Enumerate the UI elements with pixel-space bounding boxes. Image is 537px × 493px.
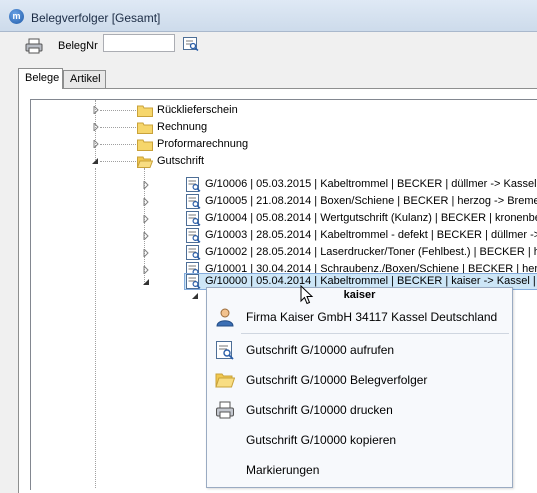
folder-icon — [137, 122, 153, 134]
context-popup: kaiser Firma Kaiser GmbH 34117 Kassel De… — [206, 287, 513, 488]
copy-credit-note-item[interactable]: Gutschrift G/10000 kopieren — [207, 425, 512, 455]
expand-arrow-icon[interactable] — [142, 266, 150, 274]
folder-icon — [137, 139, 153, 151]
contact-item[interactable]: Firma Kaiser GmbH 34117 Kassel Deutschla… — [207, 302, 512, 332]
expand-arrow-icon[interactable] — [92, 140, 100, 148]
beleg-nr-input[interactable] — [103, 34, 175, 52]
app-logo-icon: m — [9, 9, 24, 24]
tree-folder-rechnung[interactable]: Rechnung — [157, 121, 207, 133]
track-credit-note-label: Gutschrift G/10000 Belegverfolger — [246, 373, 428, 387]
document-search-icon — [216, 341, 234, 360]
search-icon[interactable] — [183, 37, 199, 51]
printer-icon — [216, 401, 234, 419]
collapse-arrow-icon[interactable] — [191, 292, 199, 300]
print-credit-note-label: Gutschrift G/10000 drucken — [246, 403, 393, 417]
tree-doc-label[interactable]: G/10004 | 05.08.2014 | Wertgutschrift (K… — [205, 210, 537, 227]
tree-connector — [100, 161, 136, 162]
person-icon — [216, 308, 234, 327]
track-credit-note-item[interactable]: Gutschrift G/10000 Belegverfolger — [207, 365, 512, 395]
contact-label: Firma Kaiser GmbH 34117 Kassel Deutschla… — [246, 310, 498, 324]
printer-icon[interactable] — [25, 38, 43, 54]
credit-note-document-icon — [186, 228, 201, 243]
expand-arrow-icon[interactable] — [142, 181, 150, 189]
credit-note-document-icon — [186, 274, 201, 289]
expand-arrow-icon[interactable] — [142, 215, 150, 223]
expand-arrow-icon[interactable] — [142, 249, 150, 257]
folder-open-icon — [137, 156, 153, 168]
open-credit-note-label: Gutschrift G/10000 aufrufen — [246, 343, 395, 357]
copy-credit-note-label: Gutschrift G/10000 kopieren — [246, 433, 397, 447]
credit-note-document-icon — [186, 245, 201, 260]
collapse-arrow-icon[interactable] — [91, 157, 99, 165]
folder-open-icon — [215, 373, 235, 388]
tab-artikel[interactable]: Artikel — [63, 70, 106, 88]
expand-arrow-icon[interactable] — [142, 232, 150, 240]
tree-connector — [100, 127, 136, 128]
markings-label: Markierungen — [246, 463, 320, 477]
tree-guide-line — [95, 168, 96, 488]
tree-doc-label[interactable]: G/10005 | 21.08.2014 | Boxen/Schiene | B… — [205, 193, 537, 210]
folder-icon — [137, 105, 153, 117]
expand-arrow-icon[interactable] — [142, 198, 150, 206]
credit-note-document-icon — [186, 211, 201, 226]
tab-belege[interactable]: Belege — [18, 68, 63, 89]
tree-folder-proformarechnung[interactable]: Proformarechnung — [157, 138, 248, 150]
credit-note-document-icon — [186, 194, 201, 209]
print-credit-note-item[interactable]: Gutschrift G/10000 drucken — [207, 395, 512, 425]
credit-note-document-icon — [186, 177, 201, 192]
collapse-arrow-icon[interactable] — [142, 278, 150, 286]
expand-arrow-icon[interactable] — [92, 106, 100, 114]
tree-connector — [100, 110, 136, 111]
window-title: Belegverfolger [Gesamt] — [31, 11, 161, 25]
tree-doc-label[interactable]: G/10003 | 28.05.2014 | Kabeltrommel - de… — [205, 227, 537, 244]
tree-folder-ruecklieferschein[interactable]: Rücklieferschein — [157, 104, 238, 116]
mouse-cursor-icon — [300, 285, 314, 305]
expand-arrow-icon[interactable] — [92, 123, 100, 131]
tree-folder-gutschrift[interactable]: Gutschrift — [157, 155, 204, 167]
open-credit-note-item[interactable]: Gutschrift G/10000 aufrufen — [207, 335, 512, 365]
beleg-nr-label: BelegNr — [58, 40, 98, 52]
tree-doc-label[interactable]: G/10002 | 28.05.2014 | Laserdrucker/Tone… — [205, 244, 537, 261]
title-bar: m Belegverfolger [Gesamt] — [0, 0, 537, 32]
tree-doc-label[interactable]: G/10006 | 05.03.2015 | Kabeltrommel | BE… — [205, 176, 537, 193]
menu-separator — [241, 333, 509, 334]
tree-connector — [100, 144, 136, 145]
markings-item[interactable]: Markierungen — [207, 455, 512, 485]
